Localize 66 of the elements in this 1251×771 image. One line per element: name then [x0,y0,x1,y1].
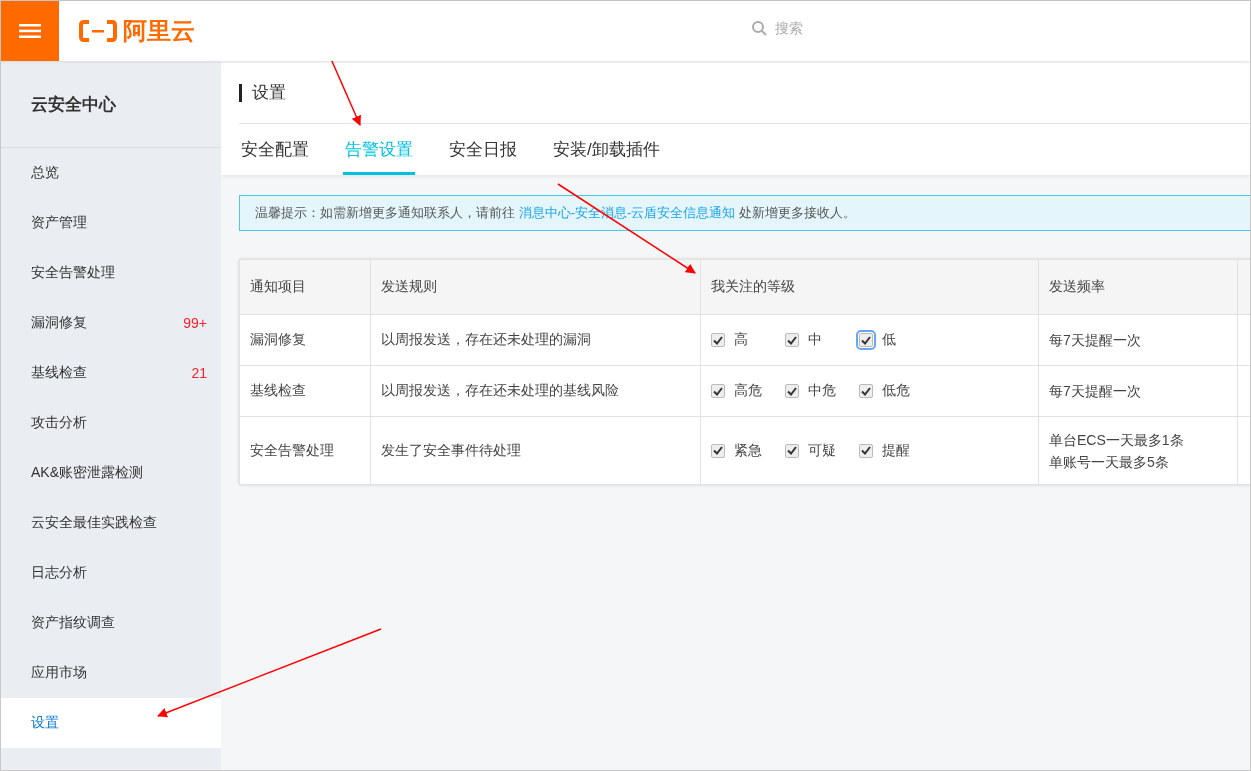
search-icon [751,20,767,36]
check-icon [713,335,723,345]
level-checkbox[interactable]: 中 [785,331,841,349]
sidebar-item[interactable]: 设置 [1,698,221,748]
check-icon [861,335,871,345]
check-icon [787,335,797,345]
check-icon [787,446,797,455]
sidebar-item[interactable]: 资产指纹调查 [1,598,221,648]
sidebar-item[interactable]: 资产管理 [1,198,221,248]
checkbox[interactable] [785,333,799,347]
sidebar-item-label: 漏洞修复 [31,314,87,332]
level-checkbox[interactable]: 低危 [859,382,915,400]
level-checkbox[interactable]: 高 [711,331,767,349]
checkbox[interactable] [859,384,873,398]
sidebar-item[interactable]: 漏洞修复 99+ [1,298,221,348]
sidebar-item[interactable]: 攻击分析 [1,398,221,448]
sidebar-item[interactable]: 总览 [1,148,221,198]
sidebar-item[interactable]: 安全告警处理 [1,248,221,298]
table-cell: 单台ECS一天最多1条 单账号一天最多5条 [1038,416,1238,485]
logo-text: 阿里云 [123,16,195,46]
sidebar-item[interactable]: AK&账密泄露检测 [1,448,221,498]
checkbox[interactable] [859,443,873,458]
count-label: 21 [191,365,207,381]
menu-button[interactable] [1,1,59,61]
table-cell: 基线检查 [239,365,371,417]
logo-icon [79,20,117,42]
level-checkbox[interactable]: 高危 [711,382,767,400]
check-icon [713,386,723,396]
table-cell: 安全告警处理 [239,416,371,485]
table-cell: 以周报发送，存在还未处理的基线风险 [370,365,701,417]
count-label: 99+ [183,315,207,331]
checkbox[interactable] [711,333,725,347]
check-icon [713,446,723,455]
level-checkbox[interactable]: 可疑 [785,441,841,460]
sidebar-item[interactable]: 基线检查 21 [1,348,221,398]
sidebar-item[interactable]: 云安全最佳实践检查 [1,498,221,548]
page-title: 设置 [239,84,286,102]
column-header: 通知项目 [239,259,371,315]
table-cell: 每7天提醒一次 [1038,314,1238,366]
checkbox[interactable] [711,443,725,458]
search-field[interactable]: 搜索 [773,19,857,37]
level-checkbox[interactable]: 紧急 [711,441,767,460]
table-cell: 每7天提醒一次 [1038,365,1238,417]
table-cell: 漏洞修复 [239,314,371,366]
sidebar-item[interactable]: 日志分析 [1,548,221,598]
level-checkbox[interactable]: 低 [859,331,915,349]
sidebar-item-label: 基线检查 [31,364,87,382]
tab[interactable]: 安全日报 [447,124,519,175]
column-header: 发送规则 [370,259,701,315]
column-header: 发送频率 [1038,259,1238,315]
checkbox[interactable] [785,384,799,398]
tab[interactable]: 安装/卸载插件 [551,124,662,175]
menu-icon [19,24,41,38]
level-checkbox[interactable]: 中危 [785,382,841,400]
check-icon [861,446,871,455]
checkbox[interactable] [859,333,873,347]
sidebar-item[interactable]: 应用市场 [1,648,221,698]
table-cell: 以周报发送，存在还未处理的漏洞 [370,314,701,366]
level-checkbox[interactable]: 提醒 [859,441,915,460]
column-header: 我关注的等级 [700,259,1039,315]
table-cell: 发生了安全事件待处理 [370,416,701,485]
tab[interactable]: 安全配置 [239,124,311,175]
check-icon [787,386,797,396]
checkbox[interactable] [711,384,725,398]
check-icon [861,386,871,396]
checkbox[interactable] [785,443,799,458]
